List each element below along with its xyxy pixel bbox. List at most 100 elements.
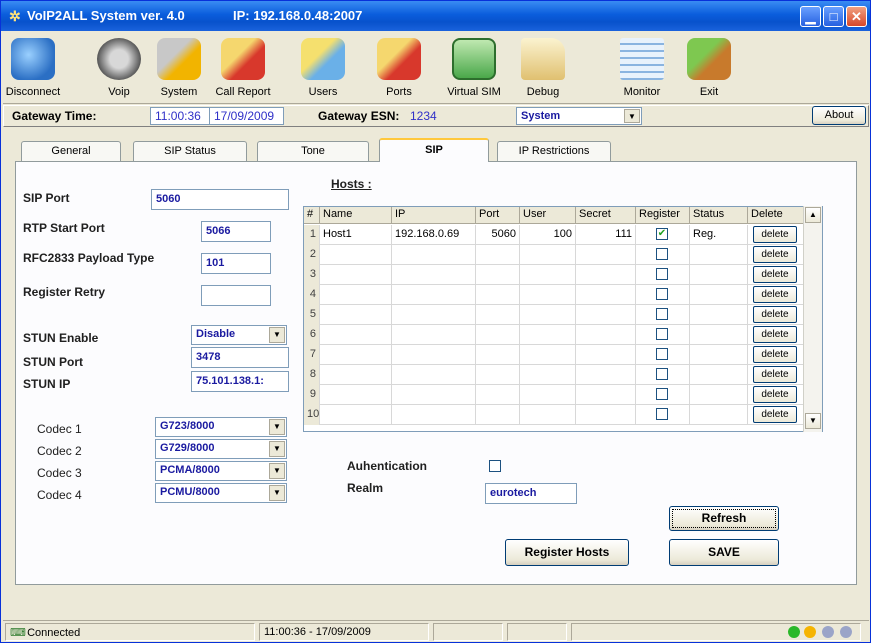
realm-input[interactable]: eurotech (485, 483, 577, 504)
host-ip-cell[interactable] (392, 365, 476, 385)
mode-select[interactable]: System ▼ (516, 107, 642, 125)
register-checkbox[interactable] (656, 368, 668, 380)
delete-host-button[interactable]: delete (753, 366, 797, 383)
host-ip-cell[interactable] (392, 265, 476, 285)
hosts-scrollbar[interactable]: ▲ ▼ (803, 206, 822, 432)
stun-enable-select[interactable]: Disable ▼ (191, 325, 287, 345)
table-row[interactable]: 4 delete (304, 285, 804, 305)
toolbar-system-button[interactable]: System (155, 34, 203, 102)
sip-port-input[interactable]: 5060 (151, 189, 289, 210)
scroll-down-arrow-icon[interactable]: ▼ (805, 413, 821, 429)
host-secret-cell[interactable] (576, 285, 636, 305)
host-port-cell[interactable] (476, 385, 520, 405)
host-port-cell[interactable] (476, 245, 520, 265)
toolbar-debug-button[interactable]: Debug (519, 34, 567, 102)
table-row[interactable]: 3 delete (304, 265, 804, 285)
host-user-cell[interactable] (520, 245, 576, 265)
refresh-button[interactable]: Refresh (669, 506, 779, 531)
host-name-cell[interactable] (320, 365, 392, 385)
table-row[interactable]: 6 delete (304, 325, 804, 345)
host-status-cell[interactable] (690, 245, 748, 265)
toolbar-virtual-sim-button[interactable]: Virtual SIM (443, 34, 505, 102)
host-status-cell[interactable] (690, 285, 748, 305)
register-checkbox[interactable] (656, 308, 668, 320)
register-checkbox[interactable] (656, 408, 668, 420)
host-user-cell[interactable] (520, 365, 576, 385)
host-name-cell[interactable] (320, 265, 392, 285)
minimize-button[interactable]: ▁ (800, 6, 821, 27)
toolbar-users-button[interactable]: Users (299, 34, 347, 102)
toolbar-call-report-button[interactable]: Call Report (211, 34, 275, 102)
host-status-cell[interactable] (690, 265, 748, 285)
register-checkbox[interactable] (656, 268, 668, 280)
host-secret-cell[interactable] (576, 265, 636, 285)
host-user-cell[interactable] (520, 345, 576, 365)
host-port-cell[interactable] (476, 325, 520, 345)
codec-2-select[interactable]: G729/8000 ▼ (155, 439, 287, 459)
codec-3-select[interactable]: PCMA/8000 ▼ (155, 461, 287, 481)
table-row[interactable]: 10 delete (304, 405, 804, 425)
host-status-cell[interactable] (690, 385, 748, 405)
codec-1-select[interactable]: G723/8000 ▼ (155, 417, 287, 437)
host-user-cell[interactable] (520, 265, 576, 285)
table-row[interactable]: 1 Host1 192.168.0.69 5060 100 111 ✔ Reg. delete (304, 225, 804, 245)
delete-host-button[interactable]: delete (753, 246, 797, 263)
toolbar-ports-button[interactable]: Ports (375, 34, 423, 102)
host-name-cell[interactable] (320, 405, 392, 425)
codec-4-select[interactable]: PCMU/8000 ▼ (155, 483, 287, 503)
register-checkbox[interactable] (656, 348, 668, 360)
host-user-cell[interactable] (520, 285, 576, 305)
register-retry-input[interactable] (201, 285, 271, 306)
host-ip-cell[interactable] (392, 305, 476, 325)
register-checkbox[interactable] (656, 288, 668, 300)
host-status-cell[interactable] (690, 345, 748, 365)
delete-host-button[interactable]: delete (753, 386, 797, 403)
host-user-cell[interactable] (520, 305, 576, 325)
host-port-cell[interactable] (476, 405, 520, 425)
authentication-checkbox[interactable] (489, 460, 501, 472)
delete-host-button[interactable]: delete (753, 346, 797, 363)
host-user-cell[interactable] (520, 405, 576, 425)
host-port-cell[interactable] (476, 265, 520, 285)
delete-host-button[interactable]: delete (753, 286, 797, 303)
delete-host-button[interactable]: delete (753, 306, 797, 323)
register-hosts-button[interactable]: Register Hosts (505, 539, 629, 566)
host-user-cell[interactable] (520, 385, 576, 405)
host-secret-cell[interactable] (576, 345, 636, 365)
tab-sip[interactable]: SIP (379, 138, 489, 162)
host-ip-cell[interactable] (392, 405, 476, 425)
scroll-up-arrow-icon[interactable]: ▲ (805, 207, 821, 223)
host-name-cell[interactable] (320, 245, 392, 265)
host-port-cell[interactable]: 5060 (476, 225, 520, 245)
delete-host-button[interactable]: delete (753, 266, 797, 283)
toolbar-voip-button[interactable]: Voip (95, 34, 143, 102)
table-row[interactable]: 5 delete (304, 305, 804, 325)
toolbar-monitor-button[interactable]: Monitor (615, 34, 669, 102)
host-name-cell[interactable] (320, 285, 392, 305)
delete-host-button[interactable]: delete (753, 226, 797, 243)
tab-tone[interactable]: Tone (257, 141, 369, 161)
register-checkbox[interactable] (656, 388, 668, 400)
host-status-cell[interactable] (690, 305, 748, 325)
about-button[interactable]: About (812, 106, 866, 125)
host-status-cell[interactable] (690, 365, 748, 385)
host-name-cell[interactable]: Host1 (320, 225, 392, 245)
stun-port-input[interactable]: 3478 (191, 347, 289, 368)
tab-general[interactable]: General (21, 141, 121, 161)
host-secret-cell[interactable] (576, 385, 636, 405)
host-status-cell[interactable] (690, 325, 748, 345)
host-port-cell[interactable] (476, 365, 520, 385)
host-secret-cell[interactable] (576, 405, 636, 425)
close-button[interactable]: ✕ (846, 6, 867, 27)
table-row[interactable]: 8 delete (304, 365, 804, 385)
stun-ip-input[interactable]: 75.101.138.1: (191, 371, 289, 392)
maximize-button[interactable]: □ (823, 6, 844, 27)
tab-sip-status[interactable]: SIP Status (133, 141, 247, 161)
host-ip-cell[interactable] (392, 325, 476, 345)
host-ip-cell[interactable] (392, 345, 476, 365)
rfc2833-input[interactable]: 101 (201, 253, 271, 274)
host-status-cell[interactable]: Reg. (690, 225, 748, 245)
table-row[interactable]: 9 delete (304, 385, 804, 405)
table-row[interactable]: 7 delete (304, 345, 804, 365)
host-user-cell[interactable]: 100 (520, 225, 576, 245)
